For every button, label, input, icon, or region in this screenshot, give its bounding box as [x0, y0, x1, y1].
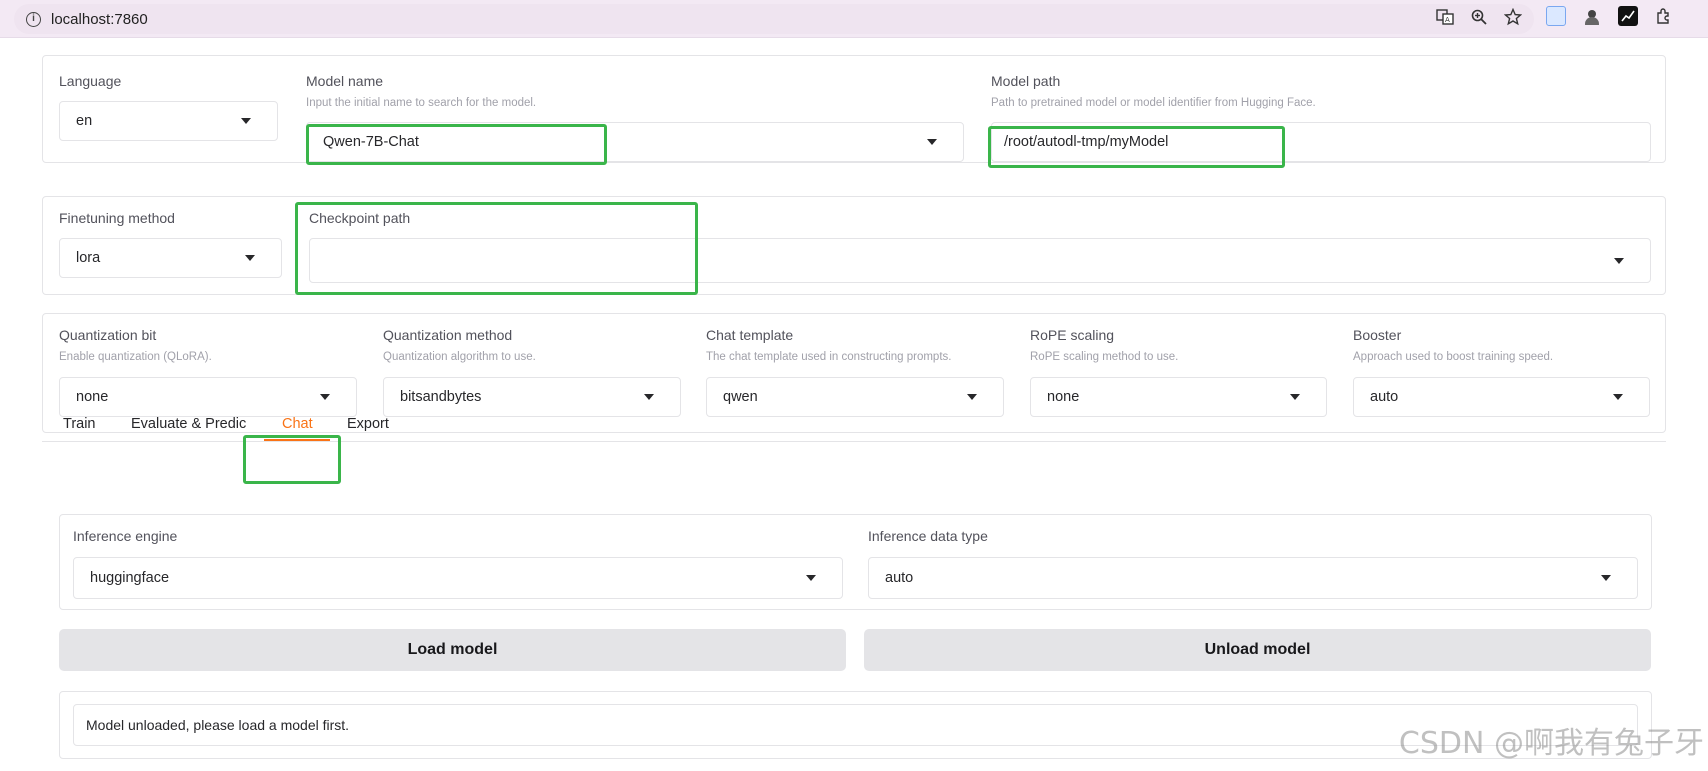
tab-evaluate-predict[interactable]: Evaluate & Predic — [131, 405, 246, 442]
address-bar[interactable]: i localhost:7860 A — [14, 4, 1534, 34]
chevron-down-icon — [1601, 575, 1611, 581]
quantization-bit-info: Enable quantization (QLoRA). — [59, 351, 212, 363]
document-extension-icon[interactable] — [1546, 6, 1566, 26]
finetuning-method-dropdown[interactable]: lora — [59, 238, 282, 278]
chevron-down-icon — [1614, 257, 1624, 264]
model-path-info: Path to pretrained model or model identi… — [991, 97, 1316, 109]
url-text[interactable]: localhost:7860 — [51, 11, 148, 28]
language-value: en — [76, 113, 93, 129]
finetuning-method-value: lora — [76, 250, 101, 266]
checkpoint-path-label: Checkpoint path — [309, 210, 411, 226]
chevron-down-icon — [245, 255, 255, 261]
watermark: CSDN @啊我有兔子牙 — [1398, 726, 1704, 761]
quantization-method-value: bitsandbytes — [400, 389, 482, 405]
model-path-label: Model path — [991, 73, 1061, 89]
quantization-method-info: Quantization algorithm to use. — [383, 351, 536, 363]
chevron-down-icon — [1613, 394, 1623, 400]
language-dropdown[interactable]: en — [59, 101, 278, 141]
tab-bar: Train Evaluate & Predic Chat Export — [42, 405, 1666, 442]
rope-scaling-info: RoPE scaling method to use. — [1030, 351, 1179, 363]
extensions-puzzle-icon[interactable] — [1654, 6, 1674, 26]
zoom-icon[interactable] — [1470, 8, 1488, 26]
model-name-value: Qwen-7B-Chat — [323, 134, 419, 150]
chart-extension-icon[interactable] — [1618, 6, 1638, 26]
tab-chat[interactable]: Chat — [282, 405, 313, 442]
inference-engine-label: Inference engine — [73, 528, 178, 544]
chevron-down-icon — [967, 394, 977, 400]
quantization-bit-value: none — [76, 389, 109, 405]
language-label: Language — [59, 73, 122, 89]
chat-template-label: Chat template — [706, 327, 794, 343]
chevron-down-icon — [806, 575, 816, 581]
rope-scaling-value: none — [1047, 389, 1080, 405]
model-name-info: Input the initial name to search for the… — [306, 97, 537, 109]
load-model-button[interactable]: Load model — [59, 629, 846, 671]
inference-dtype-dropdown[interactable]: auto — [868, 557, 1638, 599]
translate-icon[interactable]: A — [1436, 8, 1454, 26]
finetuning-method-label: Finetuning method — [59, 210, 175, 226]
booster-label: Booster — [1353, 327, 1402, 343]
inference-dtype-value: auto — [885, 570, 914, 586]
booster-info: Approach used to boost training speed. — [1353, 351, 1554, 363]
chevron-down-icon — [320, 394, 330, 400]
chat-template-info: The chat template used in constructing p… — [706, 351, 952, 363]
chevron-down-icon — [1290, 394, 1300, 400]
quantization-bit-label: Quantization bit — [59, 327, 157, 343]
model-path-input[interactable]: /root/autodl-tmp/myModel — [991, 122, 1651, 162]
chevron-down-icon — [644, 394, 654, 400]
chevron-down-icon — [927, 139, 937, 145]
chevron-down-icon — [241, 118, 251, 124]
unload-model-button[interactable]: Unload model — [864, 629, 1651, 671]
site-info-icon[interactable]: i — [26, 11, 41, 27]
svg-text:A: A — [1445, 16, 1450, 24]
active-tab-underline — [264, 439, 330, 441]
inference-dtype-label: Inference data type — [868, 528, 988, 544]
inference-engine-dropdown[interactable]: huggingface — [73, 557, 843, 599]
inference-engine-value: huggingface — [90, 570, 170, 586]
chat-template-value: qwen — [723, 389, 758, 405]
booster-value: auto — [1370, 389, 1399, 405]
checkpoint-path-dropdown[interactable] — [309, 238, 1651, 283]
quantization-method-label: Quantization method — [383, 327, 513, 343]
rope-scaling-label: RoPE scaling — [1030, 327, 1115, 343]
profile-extension-icon[interactable] — [1582, 6, 1602, 26]
tab-train[interactable]: Train — [63, 405, 96, 442]
model-name-dropdown[interactable]: Qwen-7B-Chat — [306, 122, 964, 162]
chat-tab-highlight — [243, 435, 341, 484]
model-name-label: Model name — [306, 73, 384, 89]
browser-toolbar: i localhost:7860 A — [0, 0, 1708, 38]
tab-export[interactable]: Export — [347, 405, 389, 442]
bookmark-star-icon[interactable] — [1504, 8, 1522, 26]
